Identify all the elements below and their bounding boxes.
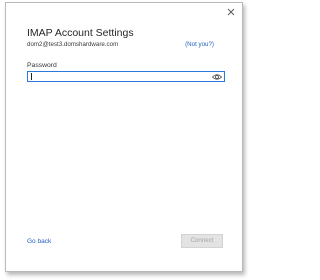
connect-button[interactable]: Connect (181, 234, 223, 248)
password-input[interactable] (30, 72, 208, 81)
text-cursor (31, 73, 32, 80)
imap-settings-dialog: IMAP Account Settings dom2@test3.domshar… (5, 2, 243, 272)
not-you-link[interactable]: (Not you?) (185, 41, 214, 48)
eye-icon (212, 74, 222, 80)
close-icon (227, 8, 235, 16)
go-back-link[interactable]: Go back (27, 238, 51, 245)
password-field[interactable] (27, 71, 225, 82)
account-email: dom2@test3.domshardware.com (27, 41, 119, 48)
password-label: Password (27, 62, 57, 69)
reveal-password-button[interactable] (212, 73, 222, 81)
close-button[interactable] (224, 5, 238, 19)
dialog-title: IMAP Account Settings (27, 27, 134, 39)
